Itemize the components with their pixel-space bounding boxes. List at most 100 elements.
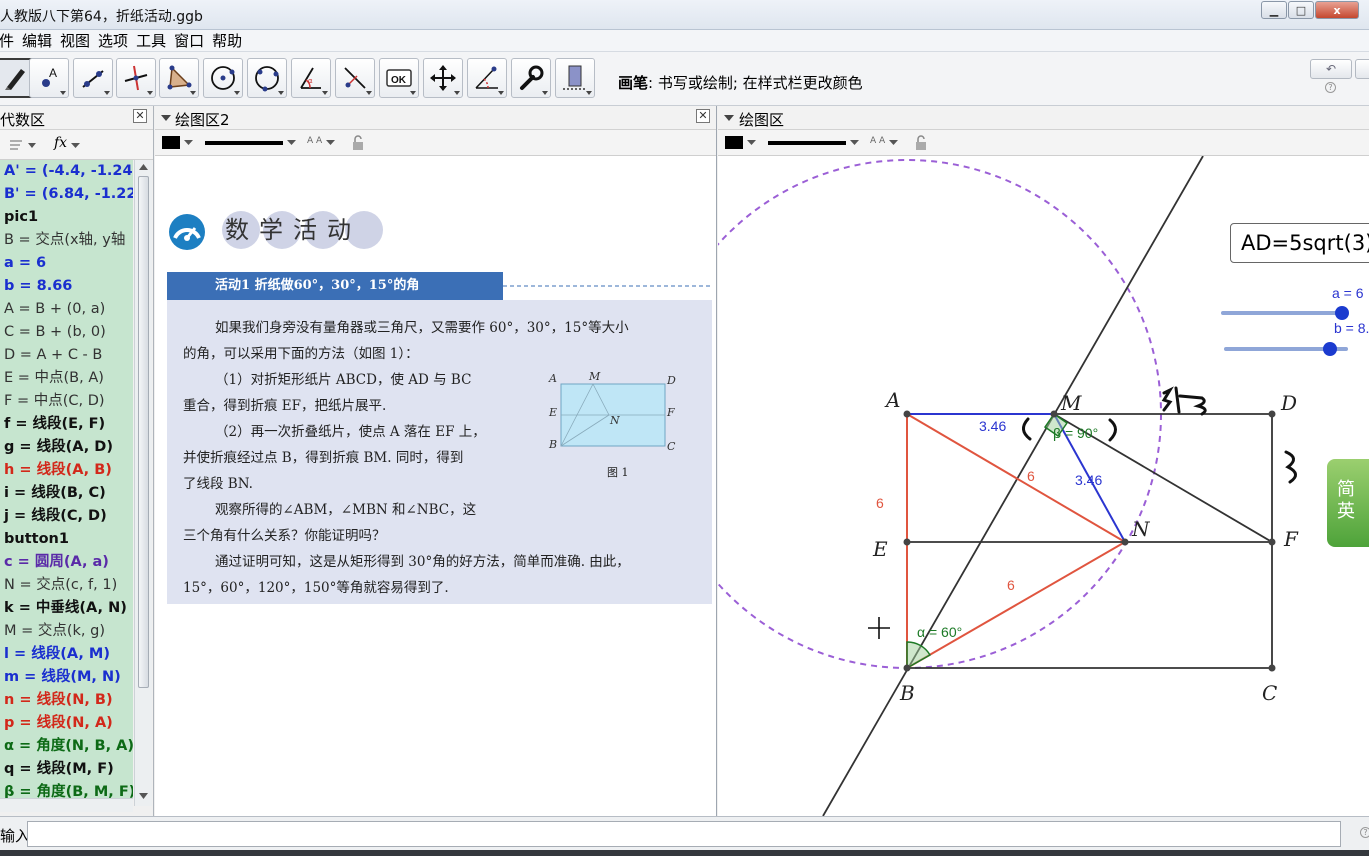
scroll-up-icon[interactable] bbox=[139, 163, 149, 171]
algebra-item[interactable]: button1 bbox=[0, 528, 133, 551]
close-button[interactable]: x bbox=[1315, 1, 1359, 19]
line-style-swatch[interactable] bbox=[205, 141, 283, 145]
point-b[interactable] bbox=[903, 664, 911, 672]
text-size-icon[interactable]: A A bbox=[870, 136, 885, 146]
algebra-item[interactable]: F = 中点(C, D) bbox=[0, 390, 133, 413]
line-tool-button[interactable] bbox=[73, 58, 113, 98]
circle-three-points-tool-button[interactable] bbox=[247, 58, 287, 98]
algebra-item[interactable]: C = B + (b, 0) bbox=[0, 321, 133, 344]
redo-button[interactable] bbox=[1355, 59, 1369, 79]
algebra-item[interactable]: B = 交点(x轴, y轴 bbox=[0, 229, 133, 252]
algebra-item[interactable]: f = 线段(E, F) bbox=[0, 413, 133, 436]
algebra-item[interactable]: N = 交点(c, f, 1) bbox=[0, 574, 133, 597]
input-help-icon[interactable]: ? bbox=[1360, 827, 1369, 838]
algebra-item[interactable]: l = 线段(A, M) bbox=[0, 643, 133, 666]
sort-icon[interactable] bbox=[8, 138, 38, 152]
algebra-item[interactable]: k = 中垂线(A, N) bbox=[0, 597, 133, 620]
algebra-item[interactable]: E = 中点(B, A) bbox=[0, 367, 133, 390]
fx-dropdown-icon[interactable] bbox=[71, 143, 81, 149]
algebra-item[interactable]: m = 线段(M, N) bbox=[0, 666, 133, 689]
label-b: B bbox=[899, 681, 915, 705]
line-style-swatch[interactable] bbox=[768, 141, 846, 145]
circle-center-tool-button[interactable] bbox=[203, 58, 243, 98]
algebra-item[interactable]: pic1 bbox=[0, 206, 133, 229]
menu-tools[interactable]: 工具 bbox=[136, 30, 166, 51]
algebra-item[interactable]: a = 6 bbox=[0, 252, 133, 275]
algebra-item[interactable]: B' = (6.84, -1.22) bbox=[0, 183, 133, 206]
algebra-item[interactable]: c = 圆周(A, a) bbox=[0, 551, 133, 574]
line-style-dropdown-icon[interactable] bbox=[850, 140, 860, 146]
algebra-hscrollbar[interactable] bbox=[0, 798, 133, 812]
ok-button-tool-button[interactable]: OK bbox=[379, 58, 419, 98]
algebra-item[interactable]: p = 线段(N, A) bbox=[0, 712, 133, 735]
algebra-item[interactable]: h = 线段(A, B) bbox=[0, 459, 133, 482]
point-f[interactable] bbox=[1268, 538, 1276, 546]
slider-a-handle[interactable] bbox=[1335, 306, 1349, 320]
algebra-item[interactable]: i = 线段(B, C) bbox=[0, 482, 133, 505]
undo-button[interactable]: ↶ bbox=[1310, 59, 1352, 79]
algebra-item[interactable]: b = 8.66 bbox=[0, 275, 133, 298]
text-size-icon[interactable]: A A bbox=[307, 136, 322, 146]
lock-icon[interactable] bbox=[351, 135, 365, 151]
algebra-item[interactable]: M = 交点(k, g) bbox=[0, 620, 133, 643]
angle-measure-tool-button[interactable] bbox=[467, 58, 507, 98]
algebra-item[interactable]: A = B + (0, a) bbox=[0, 298, 133, 321]
color-swatch[interactable] bbox=[725, 136, 743, 149]
color-dropdown-icon[interactable] bbox=[184, 140, 194, 146]
lock-icon[interactable] bbox=[914, 135, 928, 151]
algebra-scroll-thumb[interactable] bbox=[138, 176, 149, 688]
point-m[interactable] bbox=[1050, 410, 1058, 418]
reflect-tool-button[interactable] bbox=[335, 58, 375, 98]
slider-b-label: b = 8.66 bbox=[1334, 320, 1369, 336]
color-swatch[interactable] bbox=[162, 136, 180, 149]
ad-length-textbox[interactable]: AD=5sqrt(3) bbox=[1230, 223, 1369, 263]
perpendicular-tool-button[interactable] bbox=[116, 58, 156, 98]
algebra-item[interactable]: g = 线段(A, D) bbox=[0, 436, 133, 459]
menu-help[interactable]: 帮助 bbox=[212, 30, 242, 51]
point-a[interactable] bbox=[903, 410, 911, 418]
algebra-item[interactable]: α = 角度(N, B, A) bbox=[0, 735, 133, 758]
menu-view[interactable]: 视图 bbox=[60, 30, 90, 51]
text-size-dropdown-icon[interactable] bbox=[326, 140, 336, 146]
move-graphics-tool-button[interactable] bbox=[423, 58, 463, 98]
maximize-button[interactable]: □ bbox=[1288, 1, 1314, 19]
point-c[interactable] bbox=[1268, 664, 1276, 672]
algebra-scrollbar[interactable] bbox=[134, 160, 152, 806]
point-d[interactable] bbox=[1268, 410, 1276, 418]
pen-icon bbox=[5, 69, 25, 90]
algebra-item[interactable]: A' = (-4.4, -1.24) bbox=[0, 160, 133, 183]
text-size-dropdown-icon[interactable] bbox=[889, 140, 899, 146]
algebra-close-icon[interactable]: ✕ bbox=[133, 109, 147, 123]
scroll-down-icon[interactable] bbox=[139, 792, 149, 800]
algebra-item[interactable]: j = 线段(C, D) bbox=[0, 505, 133, 528]
fx-icon[interactable]: fx bbox=[54, 135, 67, 151]
menu-edit[interactable]: 编辑 bbox=[22, 30, 52, 51]
graphics1-menu-icon[interactable] bbox=[724, 115, 734, 121]
algebra-item[interactable]: D = A + C - B bbox=[0, 344, 133, 367]
point-e[interactable] bbox=[903, 538, 911, 546]
slider-b-handle[interactable] bbox=[1323, 342, 1337, 356]
minimize-button[interactable]: ▁ bbox=[1261, 1, 1287, 19]
algebra-item[interactable]: q = 线段(M, F) bbox=[0, 758, 133, 781]
side-logo-text-2: 英 bbox=[1337, 501, 1355, 522]
settings-tool-button[interactable] bbox=[511, 58, 551, 98]
angle-tool-button[interactable]: α bbox=[291, 58, 331, 98]
line-k[interactable] bbox=[822, 156, 1204, 816]
segment-n[interactable] bbox=[906, 541, 1126, 669]
angle-alpha[interactable] bbox=[906, 641, 932, 670]
side-app-logo[interactable]: 简 英 bbox=[1327, 459, 1369, 547]
line-style-dropdown-icon[interactable] bbox=[287, 140, 297, 146]
menu-options[interactable]: 选项 bbox=[98, 30, 128, 51]
help-question-icon[interactable]: ? bbox=[1325, 82, 1336, 93]
point-tool-button[interactable]: A bbox=[29, 58, 69, 98]
graphics2-close-icon[interactable]: ✕ bbox=[696, 109, 710, 123]
color-dropdown-icon[interactable] bbox=[747, 140, 757, 146]
graphics2-menu-icon[interactable] bbox=[161, 115, 171, 121]
slider-tool-button[interactable] bbox=[555, 58, 595, 98]
point-n[interactable] bbox=[1121, 538, 1129, 546]
command-input[interactable] bbox=[27, 821, 1341, 847]
algebra-item[interactable]: n = 线段(N, B) bbox=[0, 689, 133, 712]
menu-window[interactable]: 窗口 bbox=[174, 30, 204, 51]
polygon-tool-button[interactable] bbox=[159, 58, 199, 98]
menu-file[interactable]: 件 bbox=[0, 30, 14, 51]
